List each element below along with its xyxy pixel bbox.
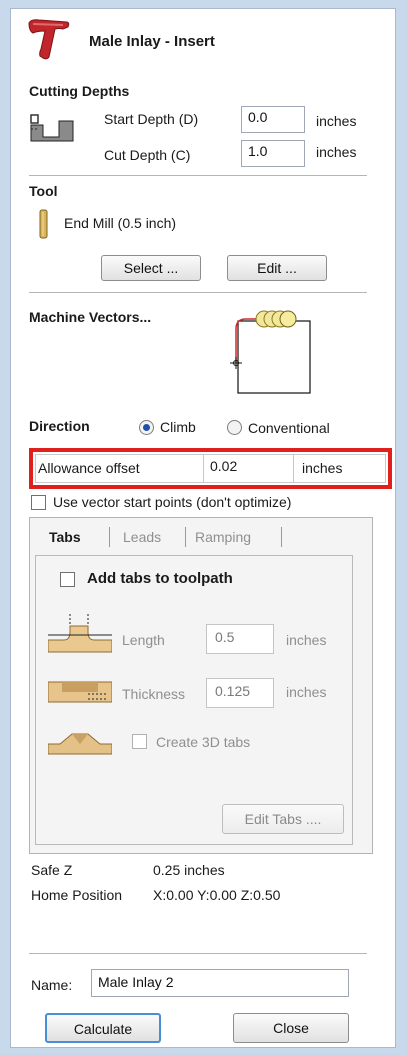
cut-depth-input[interactable]: 1.0: [241, 140, 305, 167]
tab-content: Add tabs to toolpath Length 0.5 inches T…: [35, 555, 353, 845]
machine-vectors-heading: Machine Vectors...: [29, 309, 152, 325]
cut-depth-diagram-icon: [30, 114, 74, 142]
allowance-label: Allowance offset: [36, 455, 204, 482]
tool-heading: Tool: [29, 183, 58, 199]
start-depth-label: Start Depth (D): [104, 111, 199, 127]
cut-depth-unit: inches: [316, 144, 357, 160]
panel-title: Male Inlay - Insert: [89, 33, 215, 50]
toolpath-panel: Male Inlay - Insert Cutting Depths Start…: [10, 8, 396, 1048]
conventional-radio[interactable]: [227, 420, 242, 435]
edit-tool-button[interactable]: Edit ...: [227, 255, 327, 281]
vector-start-label: Use vector start points (don't optimize): [53, 494, 292, 510]
tab-leads[interactable]: Leads: [123, 529, 161, 545]
edit-tabs-button[interactable]: Edit Tabs ....: [222, 804, 344, 834]
length-input[interactable]: 0.5: [206, 624, 274, 654]
toolpath-logo-icon: [28, 19, 70, 60]
start-depth-input[interactable]: 0.0: [241, 106, 305, 133]
select-tool-button[interactable]: Select ...: [101, 255, 201, 281]
home-position-label: Home Position: [31, 887, 123, 903]
create-3d-tabs-checkbox[interactable]: [132, 734, 147, 749]
climb-radio[interactable]: [139, 420, 154, 435]
machine-vectors-diagram-icon: [230, 310, 311, 394]
allowance-unit: inches: [302, 460, 343, 476]
vector-start-checkbox[interactable]: [31, 495, 46, 510]
thickness-unit: inches: [286, 684, 327, 700]
separator: [29, 175, 367, 176]
cutting-depths-heading: Cutting Depths: [29, 83, 130, 99]
create-3d-tabs-label: Create 3D tabs: [156, 734, 251, 750]
allowance-input[interactable]: 0.02: [204, 455, 294, 482]
3d-tab-icon: [48, 733, 112, 755]
tab-thickness-icon: [48, 681, 112, 703]
tab-length-icon: [48, 614, 112, 653]
calculate-button[interactable]: Calculate: [45, 1013, 161, 1043]
cut-depth-label: Cut Depth (C): [104, 147, 191, 163]
safe-z-label: Safe Z: [31, 862, 73, 878]
name-label: Name:: [31, 977, 73, 993]
direction-label: Direction: [29, 418, 90, 434]
allowance-row: Allowance offset 0.02 inches: [35, 454, 386, 483]
separator: [29, 953, 367, 954]
conventional-label: Conventional: [248, 420, 330, 436]
tab-divider: [109, 527, 110, 547]
thickness-label: Thickness: [122, 686, 186, 702]
name-input[interactable]: Male Inlay 2: [91, 969, 349, 997]
tab-divider: [185, 527, 186, 547]
tab-divider: [281, 527, 282, 547]
add-tabs-checkbox[interactable]: [60, 572, 75, 587]
close-button[interactable]: Close: [233, 1013, 349, 1043]
climb-label: Climb: [160, 419, 196, 435]
tab-ramping[interactable]: Ramping: [195, 529, 251, 545]
tab-tabs[interactable]: Tabs: [49, 529, 81, 545]
start-depth-unit: inches: [316, 113, 357, 129]
add-tabs-label: Add tabs to toolpath: [87, 570, 233, 587]
safe-z-value: 0.25 inches: [153, 862, 225, 878]
thickness-input[interactable]: 0.125: [206, 678, 274, 708]
length-unit: inches: [286, 632, 327, 648]
length-label: Length: [122, 632, 165, 648]
tool-name: End Mill (0.5 inch): [64, 215, 177, 231]
separator: [29, 292, 367, 293]
end-mill-icon: [39, 209, 48, 239]
home-position-value: X:0.00 Y:0.00 Z:0.50: [153, 887, 281, 903]
